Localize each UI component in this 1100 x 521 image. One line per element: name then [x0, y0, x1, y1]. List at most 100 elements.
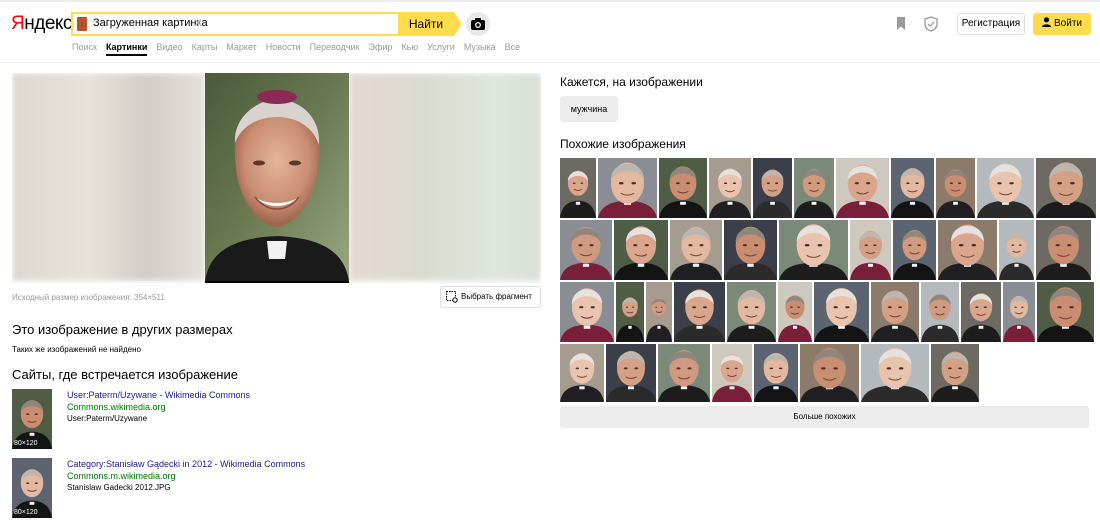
main-photo[interactable]	[205, 73, 349, 281]
similar-image[interactable]	[560, 158, 596, 218]
similar-image[interactable]	[560, 220, 612, 280]
page: Яндекс Загруженная картинка ✕ Найти Поис…	[0, 0, 1100, 521]
site-thumbnail[interactable]: 80×120	[12, 389, 52, 449]
similar-image[interactable]	[1036, 220, 1091, 280]
sites-heading: Сайты, где встречается изображение	[12, 367, 238, 382]
similar-image[interactable]	[560, 282, 614, 342]
similar-heading: Похожие изображения	[560, 137, 686, 151]
tab-4[interactable]: Маркет	[226, 42, 256, 56]
similar-image[interactable]	[674, 282, 725, 342]
similar-image[interactable]	[999, 220, 1034, 280]
seems-heading: Кажется, на изображении	[560, 75, 703, 89]
tab-8[interactable]: Кью	[401, 42, 418, 56]
similar-image[interactable]	[936, 158, 975, 218]
similar-image[interactable]	[861, 344, 929, 402]
site-result: 80×120 Category:Stanisław Gądecki in 2012…	[12, 458, 512, 520]
similar-image[interactable]	[659, 158, 707, 218]
header-separator	[0, 62, 1100, 63]
tab-1[interactable]: Картинки	[105, 42, 148, 56]
similar-image[interactable]	[1003, 282, 1035, 342]
login-button[interactable]: Войти	[1033, 13, 1091, 35]
service-tabs: Поиск Картинки Видео Карты Маркет Новости Пере…	[72, 42, 520, 56]
similar-image[interactable]	[670, 220, 722, 280]
similar-image[interactable]	[616, 282, 644, 342]
tab-0[interactable]: Поиск	[72, 42, 97, 56]
other-sizes-none-text: Таких же изображений не найдено	[12, 345, 141, 354]
image-preview	[12, 73, 541, 281]
similar-image[interactable]	[658, 344, 710, 402]
top-line	[0, 0, 1100, 2]
similar-images-grid	[560, 158, 1096, 403]
similar-image[interactable]	[977, 158, 1034, 218]
similar-image[interactable]	[724, 220, 777, 280]
original-size-text: Исходный размер изображения: 354×511	[12, 293, 165, 302]
similar-image[interactable]	[598, 158, 657, 218]
tab-10[interactable]: Музыка	[464, 42, 496, 56]
camera-icon	[471, 18, 485, 30]
more-similar-button[interactable]: Больше похожих	[560, 406, 1089, 428]
user-icon	[1042, 17, 1051, 27]
similar-image[interactable]	[850, 220, 891, 280]
similar-image[interactable]	[938, 220, 997, 280]
tab-5[interactable]: Новости	[266, 42, 301, 56]
tab-7[interactable]: Эфир	[369, 42, 393, 56]
search-chip-label: Загруженная картинка	[93, 17, 208, 29]
preview-underline-active	[205, 281, 349, 283]
site-description: Stanislaw Gadecki 2012.JPG	[67, 483, 171, 492]
site-title-link[interactable]: Category:Stanisław Gądecki in 2012 - Wik…	[67, 459, 305, 469]
similar-image[interactable]	[921, 282, 959, 342]
similar-image[interactable]	[727, 282, 776, 342]
similar-image[interactable]	[614, 220, 668, 280]
similar-image[interactable]	[560, 344, 604, 402]
similar-image[interactable]	[893, 220, 936, 280]
similar-image[interactable]	[779, 220, 848, 280]
tab-2[interactable]: Видео	[156, 42, 182, 56]
similar-image[interactable]	[961, 282, 1001, 342]
similar-image[interactable]	[836, 158, 889, 218]
blurred-background-right	[349, 73, 541, 281]
similar-image[interactable]	[931, 344, 979, 402]
similar-image[interactable]	[606, 344, 656, 402]
tag-man[interactable]: мужчина	[560, 96, 618, 122]
tab-9[interactable]: Услуги	[427, 42, 455, 56]
similar-image[interactable]	[712, 344, 752, 402]
similar-image[interactable]	[814, 282, 869, 342]
register-button[interactable]: Регистрация	[957, 13, 1025, 35]
logo-rest: ндекс	[24, 13, 72, 34]
select-fragment-button[interactable]: Выбрать фрагмент	[440, 286, 541, 308]
close-icon[interactable]: ✕	[193, 16, 203, 30]
similar-image[interactable]	[646, 282, 672, 342]
similar-image[interactable]	[1036, 158, 1096, 218]
similar-image[interactable]	[753, 158, 792, 218]
login-label: Войти	[1054, 18, 1082, 29]
tab-3[interactable]: Карты	[192, 42, 218, 56]
similar-image[interactable]	[778, 282, 812, 342]
thumbnail-dimensions: 80×120	[14, 509, 38, 516]
similar-image[interactable]	[1037, 282, 1094, 342]
yandex-logo[interactable]: Яндекс	[11, 13, 72, 35]
bookmark-icon[interactable]	[896, 17, 906, 30]
shield-icon[interactable]	[924, 16, 938, 32]
thumbnail-dimensions: 80×120	[14, 440, 38, 447]
find-button[interactable]: Найти	[398, 12, 462, 36]
similar-image[interactable]	[794, 158, 834, 218]
site-title-link[interactable]: User:Paterm/Uzywane - Wikimedia Commons	[67, 390, 250, 400]
site-description: User:Paterm/Uzywane	[67, 414, 148, 423]
site-thumbnail[interactable]: 80×120	[12, 458, 52, 518]
tab-11[interactable]: Все	[505, 42, 521, 56]
crop-fragment-icon	[446, 291, 458, 303]
site-result: 80×120 User:Paterm/Uzywane - Wikimedia Co…	[12, 389, 512, 451]
search-input[interactable]: Загруженная картинка ✕	[71, 12, 401, 36]
tab-6[interactable]: Переводчик	[310, 42, 360, 56]
similar-image[interactable]	[800, 344, 859, 402]
site-domain-link[interactable]: Commons.m.wikimedia.org	[67, 471, 176, 481]
similar-image[interactable]	[754, 344, 798, 402]
camera-search-button[interactable]	[466, 12, 490, 36]
select-fragment-label: Выбрать фрагмент	[461, 292, 532, 301]
similar-image[interactable]	[709, 158, 751, 218]
preview-underline	[12, 281, 541, 283]
similar-image[interactable]	[891, 158, 934, 218]
site-domain-link[interactable]: Commons.wikimedia.org	[67, 402, 166, 412]
uploaded-image-thumbnail	[77, 17, 87, 31]
similar-image[interactable]	[871, 282, 919, 342]
